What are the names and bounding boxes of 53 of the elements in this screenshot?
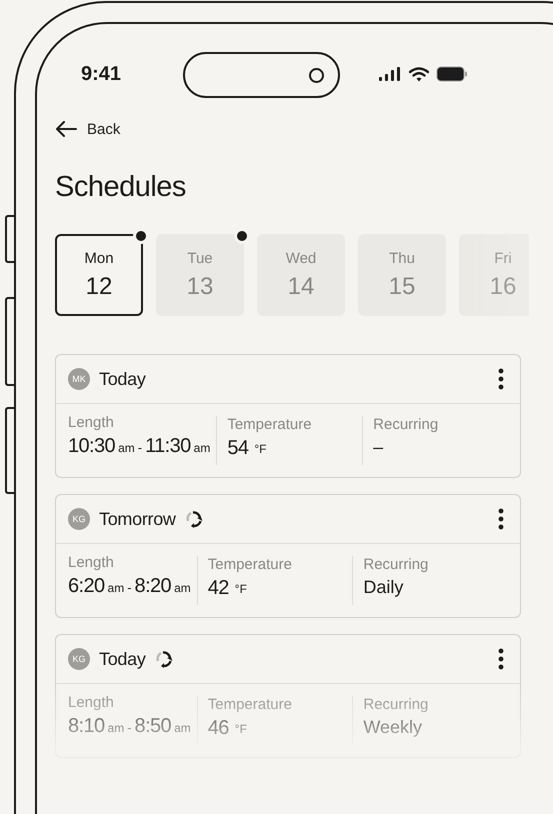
day-tab[interactable]: Wed 14 bbox=[257, 234, 345, 316]
start-time: 10:30 bbox=[68, 435, 116, 458]
day-tab[interactable]: Fri 16 bbox=[459, 234, 529, 316]
temperature-value: 54 bbox=[227, 437, 248, 460]
recurring-value: Daily bbox=[363, 577, 404, 598]
schedule-title: Today bbox=[99, 368, 146, 390]
temperature-unit: °F bbox=[234, 722, 247, 736]
back-arrow-icon bbox=[55, 121, 77, 137]
time-suffix: am bbox=[118, 441, 135, 455]
field-label: Recurring bbox=[363, 556, 430, 573]
end-time: 8:50 bbox=[134, 715, 172, 738]
day-tab[interactable]: Thu 15 bbox=[358, 234, 446, 316]
time-suffix: am bbox=[174, 581, 191, 595]
time-suffix: am bbox=[194, 441, 210, 455]
end-time: 8:20 bbox=[134, 575, 172, 598]
camera-icon bbox=[309, 68, 324, 82]
kebab-menu-icon bbox=[498, 508, 504, 530]
field-label: Temperature bbox=[227, 416, 313, 433]
time-separator: - bbox=[127, 580, 132, 595]
time-suffix: am bbox=[108, 721, 124, 735]
field-label: Length bbox=[68, 694, 115, 711]
time-separator: - bbox=[127, 720, 132, 735]
time-separator: - bbox=[138, 440, 142, 455]
field-label: Length bbox=[68, 414, 115, 431]
temperature-value: 42 bbox=[208, 577, 229, 600]
kebab-menu-icon bbox=[498, 648, 504, 670]
avatar: KG bbox=[68, 648, 90, 670]
field-label: Temperature bbox=[208, 696, 293, 713]
field-label: Recurring bbox=[373, 416, 440, 433]
kebab-menu-icon bbox=[498, 368, 504, 390]
signal-icon bbox=[378, 67, 402, 81]
start-time: 8:10 bbox=[68, 715, 105, 738]
time-suffix: am bbox=[108, 581, 124, 595]
schedule-title: Today bbox=[99, 648, 146, 670]
avatar: MK bbox=[68, 368, 90, 390]
back-button[interactable]: Back bbox=[55, 116, 120, 142]
schedule-title: Tomorrow bbox=[99, 508, 176, 530]
page-title: Schedules bbox=[55, 170, 187, 205]
temperature-unit: °F bbox=[234, 582, 247, 596]
field-label: Recurring bbox=[363, 696, 430, 713]
temperature-value: 46 bbox=[208, 717, 229, 740]
wifi-icon bbox=[409, 66, 429, 82]
avatar: KG bbox=[68, 508, 90, 530]
temperature-unit: °F bbox=[254, 442, 267, 456]
end-time: 11:30 bbox=[145, 435, 191, 458]
time-suffix: am bbox=[174, 721, 191, 735]
battery-icon bbox=[436, 66, 468, 82]
field-label: Length bbox=[68, 554, 115, 571]
field-label: Temperature bbox=[208, 556, 293, 573]
recurring-value: Weekly bbox=[363, 717, 422, 738]
start-time: 6:20 bbox=[68, 575, 105, 598]
status-time: 9:41 bbox=[80, 62, 122, 86]
recurring-value: – bbox=[373, 437, 384, 458]
